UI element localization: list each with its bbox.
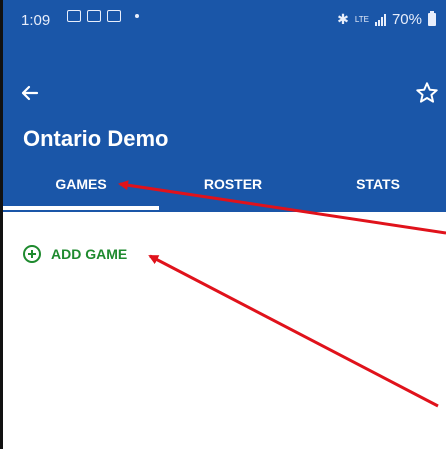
annotation-arrow-games — [118, 180, 446, 235]
annotation-arrow-add-game — [148, 254, 439, 408]
annotation-arrows — [118, 180, 446, 408]
